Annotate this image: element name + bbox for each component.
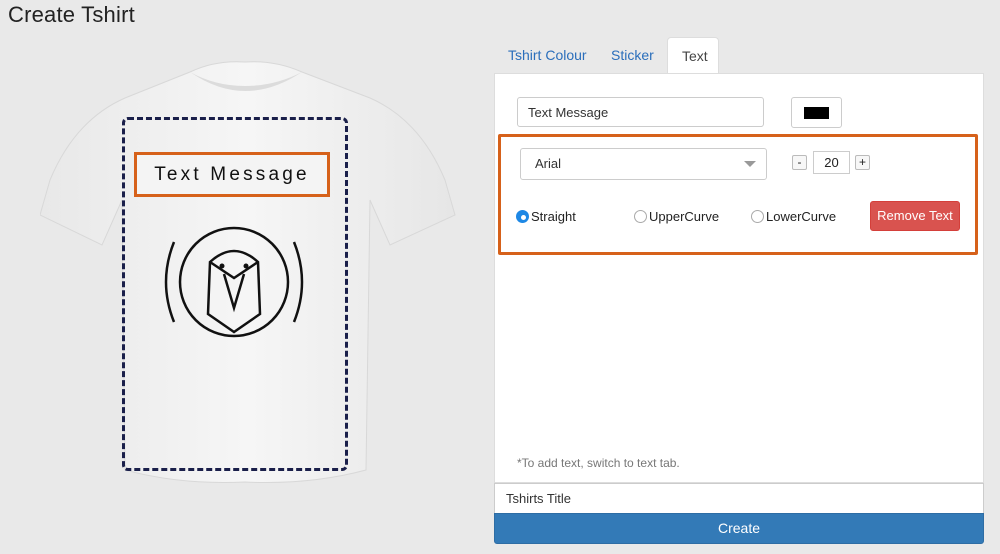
radio-uppercurve[interactable] [634,209,647,223]
hint-text: *To add text, switch to text tab. [517,456,680,470]
curve-option-straight[interactable]: Straight [516,207,576,225]
font-size-value[interactable]: 20 [813,151,850,174]
font-size-decrement-button[interactable]: - [792,155,807,170]
font-select-value: Arial [535,156,562,171]
text-color-picker[interactable] [791,97,842,128]
tab-text[interactable]: Text [667,37,719,74]
font-select[interactable]: Arial [520,148,767,180]
color-swatch [804,106,829,119]
bird-logo-icon[interactable] [152,222,318,342]
tab-bar: Tshirt Colour Sticker Text [494,37,984,74]
remove-text-button[interactable]: Remove Text [870,201,960,231]
create-button[interactable]: Create [494,513,984,544]
page-title: Create Tshirt [8,2,135,27]
tab-sticker[interactable]: Sticker [597,37,668,74]
tab-tshirt-colour[interactable]: Tshirt Colour [494,37,601,74]
radio-label-straight: Straight [531,208,576,224]
text-message-input[interactable] [517,97,764,127]
curve-option-lowercurve[interactable]: LowerCurve [751,207,836,225]
font-size-increment-button[interactable]: + [855,155,870,170]
text-message-preview[interactable]: Text Message [134,152,330,197]
radio-lowercurve[interactable] [751,209,764,223]
radio-straight[interactable] [516,209,529,223]
curve-option-uppercurve[interactable]: UpperCurve [634,207,719,225]
radio-label-lowercurve: LowerCurve [766,208,837,224]
tshirt-title-input[interactable]: Tshirts Title [494,483,984,514]
radio-label-uppercurve: UpperCurve [649,208,720,224]
caret-down-icon [744,161,756,167]
